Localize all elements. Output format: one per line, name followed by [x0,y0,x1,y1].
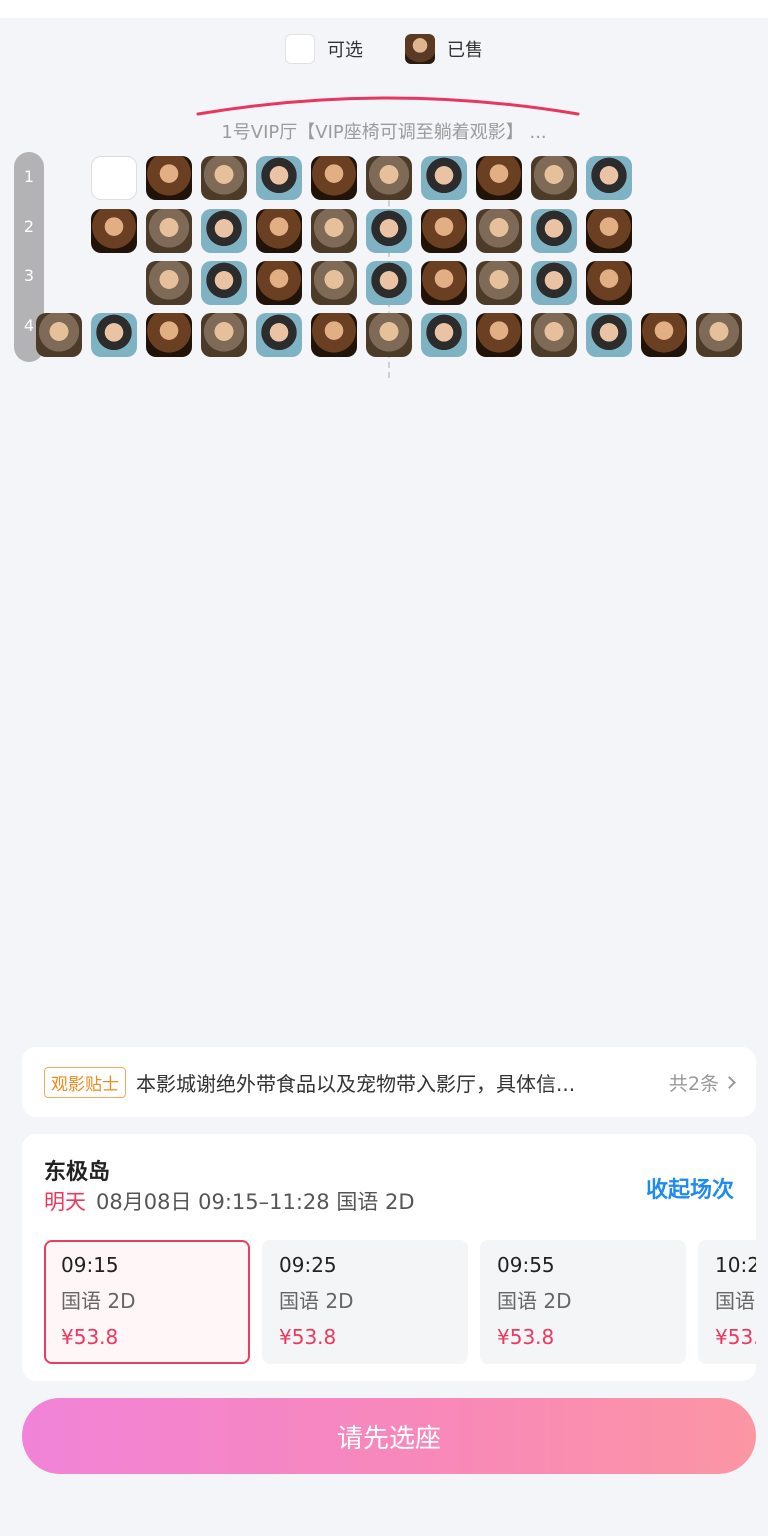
sold-seat [311,209,357,253]
show-detail: 08月08日 09:15–11:28 国语 2D [96,1190,415,1214]
tips-text: 本影城谢绝外带食品以及宠物带入影厅，具体信... [136,1071,576,1096]
showtime-price: ¥53.8 [497,1325,555,1349]
sold-seat [311,261,357,305]
showtime-time: 10:25 [715,1253,756,1277]
showtime-time: 09:25 [279,1253,337,1277]
sold-seat [421,313,467,357]
showtime-lang: 国语 2D [497,1289,572,1313]
sold-seat [531,261,577,305]
select-seat-first-button[interactable]: 请先选座 [22,1398,756,1474]
tips-count[interactable]: 共2条 [668,1069,736,1096]
showtime-lang: 国语 2D [715,1289,756,1313]
row-number: 1 [23,167,35,186]
chevron-right-icon [723,1075,736,1089]
showtime-card[interactable]: 09:25 国语 2D ¥53.8 [262,1240,468,1364]
sold-seat [421,209,467,253]
sold-seat [476,209,522,253]
available-seat-icon [285,34,315,64]
showtime-list: 09:15 国语 2D ¥53.8 09:25 国语 2D ¥53.8 09:5… [44,1240,756,1364]
sold-seat [256,313,302,357]
sold-seat [476,261,522,305]
hall-name: 1号VIP厅【VIP座椅可调至躺着观影】 ... [221,122,547,143]
sold-seat [146,261,192,305]
sold-seat [696,313,742,357]
sold-seat [366,261,412,305]
sold-seat [476,313,522,357]
showtime-price: ¥53.8 [715,1325,756,1349]
collapse-sessions-button[interactable]: 收起场次 [646,1172,734,1204]
sold-seat [366,209,412,253]
showtime-time: 09:15 [61,1253,119,1277]
sold-seat [146,313,192,357]
row-number: 2 [23,216,35,236]
row-number: 3 [23,266,35,285]
showtime-price: ¥53.8 [61,1325,119,1349]
showtime-time: 09:55 [497,1253,555,1277]
session-card: 东极岛 明天 08月08日 09:15–11:28 国语 2D 收起场次 09:1… [22,1134,756,1381]
available-seat[interactable] [91,156,137,200]
movie-title: 东极岛 [44,1160,111,1185]
sold-seat [586,156,632,200]
viewing-tips-bar[interactable]: 观影贴士 本影城谢绝外带食品以及宠物带入影厅，具体信... 共2条 [22,1047,756,1117]
show-day: 明天 [44,1190,86,1214]
sold-seat [366,156,412,200]
sold-seat [36,313,82,357]
showtime-card[interactable]: 09:55 国语 2D ¥53.8 [480,1240,686,1364]
showtime-lang: 国语 2D [279,1289,354,1313]
sold-seat [201,313,247,357]
legend-available-label: 可选 [327,40,363,61]
sold-seat [476,156,522,200]
sold-seat [146,156,192,200]
seat-legend: 可选 已售 [0,34,768,64]
sold-seat [586,209,632,253]
sold-seat [311,156,357,200]
tips-count-label: 共2条 [668,1072,719,1095]
sold-seat [146,209,192,253]
sold-seat [641,313,687,357]
sold-seat [256,156,302,200]
sold-seat [531,209,577,253]
top-bar [0,0,768,18]
sold-seat [586,261,632,305]
showtime-card[interactable]: 10:25 国语 2D ¥53.8 [698,1240,756,1364]
sold-seat [366,313,412,357]
showtime-price: ¥53.8 [279,1325,337,1349]
sold-seat-icon [405,34,435,64]
show-info: 明天 08月08日 09:15–11:28 国语 2D [44,1186,415,1216]
sold-seat [201,156,247,200]
sold-seat [421,156,467,200]
sold-seat [201,261,247,305]
showtime-lang: 国语 2D [61,1289,136,1313]
sold-seat [256,261,302,305]
sold-seat [311,313,357,357]
sold-seat [531,313,577,357]
sold-seat [91,313,137,357]
sold-seat [531,156,577,200]
sold-seat [421,261,467,305]
showtime-card[interactable]: 09:15 国语 2D ¥53.8 [44,1240,250,1364]
sold-seat [586,313,632,357]
sold-seat [201,209,247,253]
legend-sold: 已售 [405,34,483,64]
sold-seat [256,209,302,253]
legend-available: 可选 [285,34,363,64]
sold-seat [91,209,137,253]
tips-tag: 观影贴士 [44,1066,126,1098]
legend-sold-label: 已售 [447,40,483,61]
row-number: 4 [23,315,35,335]
